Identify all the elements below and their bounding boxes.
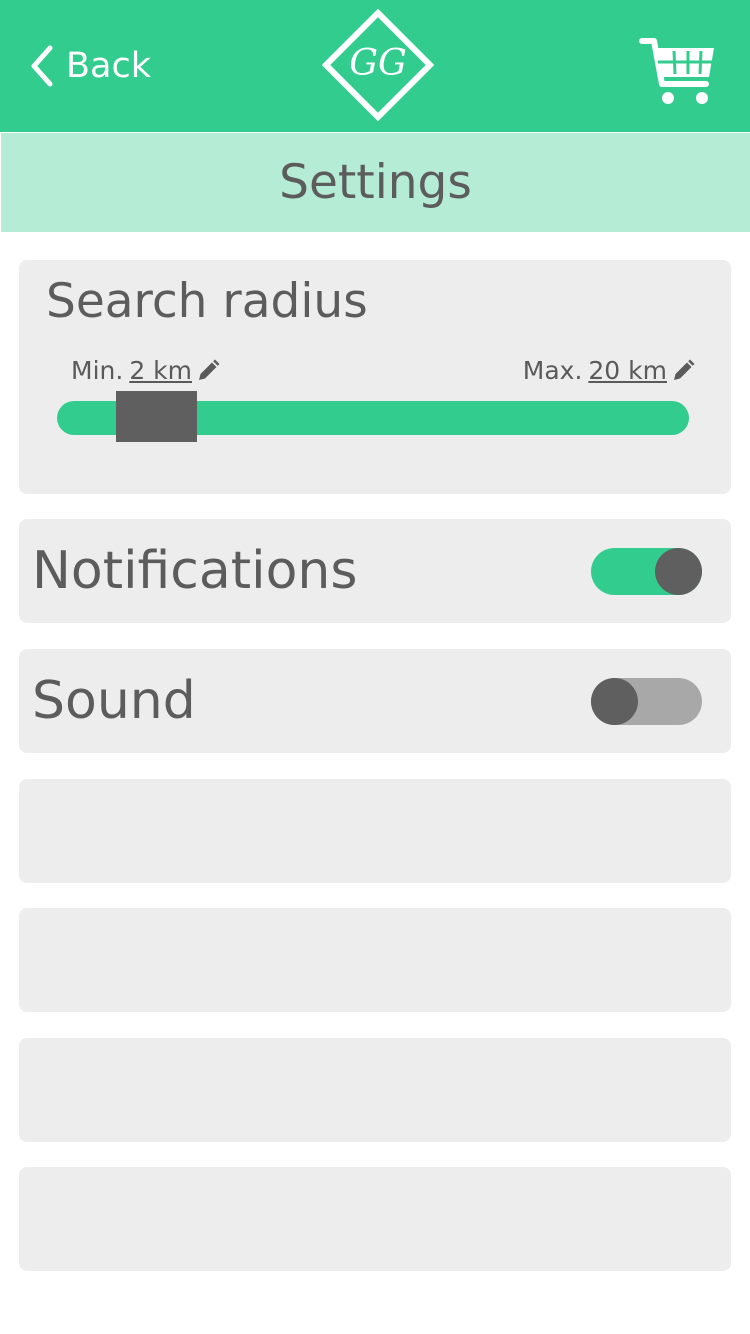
notifications-toggle[interactable] [591, 548, 702, 595]
empty-setting-row [19, 908, 731, 1012]
top-app-bar: Back GG [0, 0, 750, 132]
toggle-knob [591, 678, 638, 725]
empty-setting-row [19, 1038, 731, 1142]
max-radius-value[interactable]: 20 km [588, 356, 667, 385]
toggle-knob [655, 548, 702, 595]
sound-label: Sound [32, 671, 196, 731]
back-button[interactable]: Back [30, 40, 151, 92]
radius-slider-handle[interactable] [116, 391, 197, 442]
max-radius: Max. 20 km [523, 356, 695, 385]
search-radius-card: Search radius Min. 2 km Max. 20 km [19, 260, 731, 494]
min-radius-value[interactable]: 2 km [129, 356, 192, 385]
max-radius-prefix: Max. [522, 356, 583, 385]
brand-logo: GG [322, 9, 434, 121]
notifications-setting-row: Notifications [19, 519, 731, 623]
pencil-icon[interactable] [671, 359, 695, 383]
logo-text: GG [349, 43, 407, 84]
empty-setting-row [19, 779, 731, 883]
back-label: Back [66, 45, 151, 86]
search-radius-title: Search radius [46, 274, 368, 329]
min-radius: Min. 2 km [71, 356, 220, 385]
chevron-left-icon [31, 45, 53, 87]
pencil-icon[interactable] [196, 359, 220, 383]
sound-toggle[interactable] [591, 678, 702, 725]
page-header: Settings [1, 133, 750, 232]
sound-setting-row: Sound [19, 649, 731, 753]
page-title: Settings [279, 155, 472, 210]
empty-setting-row [19, 1167, 731, 1271]
shopping-cart-icon[interactable] [638, 34, 718, 106]
min-radius-prefix: Min. [71, 356, 124, 385]
notifications-label: Notifications [32, 541, 358, 601]
